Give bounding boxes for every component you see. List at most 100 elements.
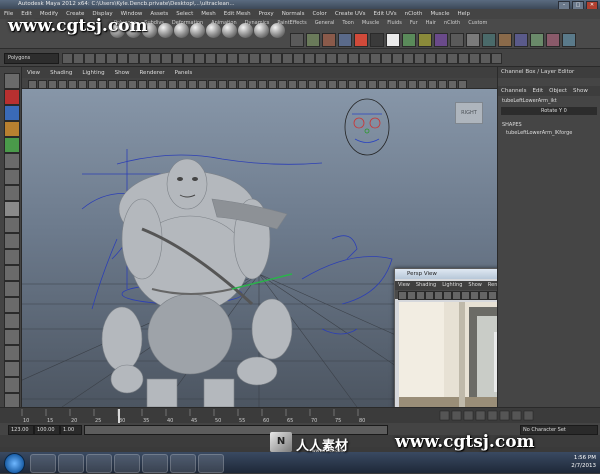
menu-color[interactable]: Color [308, 11, 330, 17]
channel-box-attribute-row[interactable]: Rotate Y 0 [501, 107, 597, 115]
shelf-tool-icon[interactable] [530, 33, 544, 47]
minimize-button[interactable]: – [558, 1, 570, 9]
current-time-marker[interactable] [118, 409, 120, 423]
shelf-tool-icon[interactable] [402, 33, 416, 47]
toolbox-tool-icon[interactable] [4, 153, 20, 169]
playback-control-button[interactable] [487, 410, 498, 421]
panel-tool-icon[interactable] [168, 80, 177, 89]
shelf-tool-icon[interactable] [482, 33, 496, 47]
panel-tool-icon[interactable] [48, 80, 57, 89]
shelf-tab-custom[interactable]: Custom [464, 19, 491, 27]
shelf-tool-icon[interactable] [434, 33, 448, 47]
panel-tool-icon[interactable] [118, 80, 127, 89]
panel-tool-icon[interactable] [138, 80, 147, 89]
status-line-tool-icon[interactable] [469, 53, 480, 64]
panel-tool-icon[interactable] [438, 80, 447, 89]
status-line-tool-icon[interactable] [480, 53, 491, 64]
shelf-tool-icon[interactable] [498, 33, 512, 47]
panel-tool-icon[interactable] [328, 80, 337, 89]
playback-control-button[interactable] [523, 410, 534, 421]
status-line-tool-icon[interactable] [370, 53, 381, 64]
panel-tool-icon[interactable] [278, 80, 287, 89]
webcam-tool-icon[interactable] [488, 291, 497, 300]
menu-ncloth[interactable]: nCloth [401, 11, 427, 17]
toolbox-tool-icon[interactable] [4, 313, 20, 329]
webcam-tool-icon[interactable] [434, 291, 443, 300]
shelf-tab-fur[interactable]: Fur [406, 19, 422, 27]
panel-menu-show[interactable]: Show [110, 70, 135, 76]
webcam-tool-icon[interactable] [416, 291, 425, 300]
shelf-tool-icon[interactable] [322, 33, 336, 47]
taskbar-app-icon[interactable] [114, 454, 140, 473]
range-start-field[interactable]: 123.00 [8, 425, 34, 435]
shelf-tab-hair[interactable]: Hair [422, 19, 440, 27]
panel-tool-icon[interactable] [58, 80, 67, 89]
status-line-tool-icon[interactable] [447, 53, 458, 64]
status-line-tool-icon[interactable] [95, 53, 106, 64]
menu-normals[interactable]: Normals [278, 11, 309, 17]
status-line-tool-icon[interactable] [227, 53, 238, 64]
toolbox-tool-icon[interactable] [4, 249, 20, 265]
status-line-tool-icon[interactable] [425, 53, 436, 64]
panel-tool-icon[interactable] [218, 80, 227, 89]
status-line-tool-icon[interactable] [403, 53, 414, 64]
panel-tool-icon[interactable] [108, 80, 117, 89]
panel-tool-icon[interactable] [238, 80, 247, 89]
playback-control-button[interactable] [511, 410, 522, 421]
panel-tool-icon[interactable] [318, 80, 327, 89]
status-line-tool-icon[interactable] [117, 53, 128, 64]
toolbox-tool-icon[interactable] [4, 105, 20, 121]
webcam-tool-icon[interactable] [452, 291, 461, 300]
status-line-tool-icon[interactable] [414, 53, 425, 64]
playback-start-field[interactable]: 100.00 [34, 425, 60, 435]
channel-box-input-label[interactable]: tubeLeftLowerArm_IKforge [506, 130, 572, 136]
status-line-tool-icon[interactable] [128, 53, 139, 64]
status-line-tool-icon[interactable] [238, 53, 249, 64]
close-button[interactable]: ✕ [586, 1, 598, 9]
channel-box-tab-show[interactable]: Show [570, 88, 591, 94]
range-bar[interactable] [84, 425, 388, 435]
panel-menu-shading[interactable]: Shading [45, 70, 77, 76]
shelf-tool-icon[interactable] [290, 33, 304, 47]
status-line-tool-icon[interactable] [205, 53, 216, 64]
status-line-tool-icon[interactable] [172, 53, 183, 64]
channel-box-tab-channels[interactable]: Channels [498, 88, 529, 94]
shelf-tab-toon[interactable]: Toon [338, 19, 358, 27]
toolbox-tool-icon[interactable] [4, 137, 20, 153]
status-line-tool-icon[interactable] [337, 53, 348, 64]
playback-step-field[interactable]: 1.00 [60, 425, 82, 435]
status-line-tool-icon[interactable] [84, 53, 95, 64]
panel-tool-icon[interactable] [348, 80, 357, 89]
toolbox-tool-icon[interactable] [4, 121, 20, 137]
shelf-tab-painteffects[interactable]: PaintEffects [273, 19, 310, 27]
webcam-menu-shading[interactable]: Shading [413, 281, 439, 290]
panel-tool-icon[interactable] [188, 80, 197, 89]
panel-tool-icon[interactable] [78, 80, 87, 89]
shelf-tab-animation[interactable]: Animation [207, 19, 241, 27]
panel-tool-icon[interactable] [448, 80, 457, 89]
panel-tool-icon[interactable] [398, 80, 407, 89]
taskbar-chrome-icon[interactable] [58, 454, 84, 473]
playback-control-button[interactable] [475, 410, 486, 421]
shelf-tab-ncloth[interactable]: nCloth [440, 19, 464, 27]
toolbox-tool-icon[interactable] [4, 265, 20, 281]
menu-mesh[interactable]: Mesh [197, 11, 219, 17]
shelf-tool-icon[interactable] [562, 33, 576, 47]
webcam-tool-icon[interactable] [407, 291, 416, 300]
panel-menu-view[interactable]: View [22, 70, 45, 76]
panel-menu-panels[interactable]: Panels [170, 70, 198, 76]
panel-tool-icon[interactable] [268, 80, 277, 89]
panel-tool-icon[interactable] [68, 80, 77, 89]
panel-menu-renderer[interactable]: Renderer [134, 70, 169, 76]
taskbar-explorer-icon[interactable] [30, 454, 56, 473]
panel-tool-icon[interactable] [88, 80, 97, 89]
menu-set-select[interactable]: Polygons [4, 53, 59, 64]
shelf-tool-icon[interactable] [466, 33, 480, 47]
menu-create-uvs[interactable]: Create UVs [331, 11, 370, 17]
menu-proxy[interactable]: Proxy [255, 11, 278, 17]
toolbox-tool-icon[interactable] [4, 345, 20, 361]
shelf-tab-deformation[interactable]: Deformation [168, 19, 207, 27]
status-line-tool-icon[interactable] [304, 53, 315, 64]
status-line-tool-icon[interactable] [326, 53, 337, 64]
panel-tool-icon[interactable] [128, 80, 137, 89]
